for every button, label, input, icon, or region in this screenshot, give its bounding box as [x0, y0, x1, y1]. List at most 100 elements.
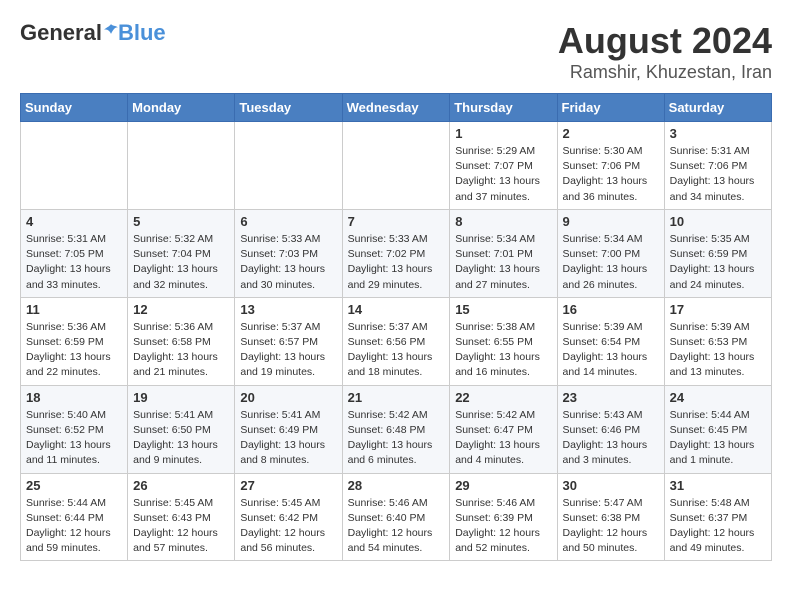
calendar-cell: 10 Sunrise: 5:35 AM Sunset: 6:59 PM Dayli… — [664, 209, 771, 297]
day-number: 3 — [670, 126, 766, 141]
day-info: Sunrise: 5:45 AM Sunset: 6:43 PM Dayligh… — [133, 496, 229, 557]
day-info: Sunrise: 5:33 AM Sunset: 7:03 PM Dayligh… — [240, 232, 336, 293]
day-number: 30 — [563, 478, 659, 493]
calendar-week-row: 25Sunrise: 5:44 AM Sunset: 6:44 PM Dayli… — [21, 473, 772, 561]
day-number: 26 — [133, 478, 229, 493]
month-title: August 2024 — [558, 20, 772, 62]
day-number: 13 — [240, 302, 336, 317]
day-info: Sunrise: 5:34 AM Sunset: 7:01 PM Dayligh… — [455, 232, 551, 293]
day-number: 22 — [455, 390, 551, 405]
day-info: Sunrise: 5:43 AM Sunset: 6:46 PM Dayligh… — [563, 408, 659, 469]
day-number: 4 — [26, 214, 122, 229]
page-header: General Blue August 2024 Ramshir, Khuzes… — [20, 20, 772, 83]
day-number: 9 — [563, 214, 659, 229]
calendar-week-row: 4 Sunrise: 5:31 AM Sunset: 7:05 PM Daylig… — [21, 209, 772, 297]
calendar-cell: 6 Sunrise: 5:33 AM Sunset: 7:03 PM Daylig… — [235, 209, 342, 297]
day-number: 24 — [670, 390, 766, 405]
day-number: 18 — [26, 390, 122, 405]
day-info: Sunrise: 5:47 AM Sunset: 6:38 PM Dayligh… — [563, 496, 659, 557]
day-number: 20 — [240, 390, 336, 405]
calendar-cell: 20 Sunrise: 5:41 AM Sunset: 6:49 PM Dayli… — [235, 385, 342, 473]
calendar-cell: 5 Sunrise: 5:32 AM Sunset: 7:04 PM Daylig… — [128, 209, 235, 297]
day-info: Sunrise: 5:46 AM Sunset: 6:40 PM Dayligh… — [348, 496, 445, 557]
weekday-header-saturday: Saturday — [664, 94, 771, 122]
logo-general-text: General — [20, 20, 102, 46]
day-number: 15 — [455, 302, 551, 317]
calendar-cell — [21, 122, 128, 210]
day-number: 8 — [455, 214, 551, 229]
calendar-cell: 15Sunrise: 5:38 AM Sunset: 6:55 PM Dayli… — [450, 297, 557, 385]
weekday-header-friday: Friday — [557, 94, 664, 122]
calendar-cell: 31 Sunrise: 5:48 AM Sunset: 6:37 PM Dayli… — [664, 473, 771, 561]
day-number: 5 — [133, 214, 229, 229]
calendar-cell: 14 Sunrise: 5:37 AM Sunset: 6:56 PM Dayli… — [342, 297, 450, 385]
calendar-cell: 23 Sunrise: 5:43 AM Sunset: 6:46 PM Dayli… — [557, 385, 664, 473]
day-number: 23 — [563, 390, 659, 405]
day-number: 2 — [563, 126, 659, 141]
calendar-cell: 12Sunrise: 5:36 AM Sunset: 6:58 PM Dayli… — [128, 297, 235, 385]
day-number: 16 — [563, 302, 659, 317]
day-number: 31 — [670, 478, 766, 493]
calendar-cell: 21Sunrise: 5:42 AM Sunset: 6:48 PM Dayli… — [342, 385, 450, 473]
day-number: 19 — [133, 390, 229, 405]
day-number: 28 — [348, 478, 445, 493]
day-info: Sunrise: 5:35 AM Sunset: 6:59 PM Dayligh… — [670, 232, 766, 293]
calendar-cell: 25Sunrise: 5:44 AM Sunset: 6:44 PM Dayli… — [21, 473, 128, 561]
day-number: 25 — [26, 478, 122, 493]
calendar-cell: 27 Sunrise: 5:45 AM Sunset: 6:42 PM Dayli… — [235, 473, 342, 561]
calendar-week-row: 11 Sunrise: 5:36 AM Sunset: 6:59 PM Dayli… — [21, 297, 772, 385]
day-info: Sunrise: 5:36 AM Sunset: 6:58 PM Dayligh… — [133, 320, 229, 381]
day-info: Sunrise: 5:30 AM Sunset: 7:06 PM Dayligh… — [563, 144, 659, 205]
calendar-cell: 29 Sunrise: 5:46 AM Sunset: 6:39 PM Dayli… — [450, 473, 557, 561]
weekday-header-sunday: Sunday — [21, 94, 128, 122]
calendar-cell — [128, 122, 235, 210]
day-number: 6 — [240, 214, 336, 229]
day-number: 1 — [455, 126, 551, 141]
day-info: Sunrise: 5:31 AM Sunset: 7:05 PM Dayligh… — [26, 232, 122, 293]
calendar-cell — [235, 122, 342, 210]
calendar-cell: 3Sunrise: 5:31 AM Sunset: 7:06 PM Daylig… — [664, 122, 771, 210]
calendar-cell: 4 Sunrise: 5:31 AM Sunset: 7:05 PM Daylig… — [21, 209, 128, 297]
calendar-cell — [342, 122, 450, 210]
day-info: Sunrise: 5:33 AM Sunset: 7:02 PM Dayligh… — [348, 232, 445, 293]
day-info: Sunrise: 5:39 AM Sunset: 6:54 PM Dayligh… — [563, 320, 659, 381]
day-info: Sunrise: 5:36 AM Sunset: 6:59 PM Dayligh… — [26, 320, 122, 381]
calendar-table: SundayMondayTuesdayWednesdayThursdayFrid… — [20, 93, 772, 561]
calendar-cell: 19 Sunrise: 5:41 AM Sunset: 6:50 PM Dayli… — [128, 385, 235, 473]
day-number: 21 — [348, 390, 445, 405]
weekday-header-wednesday: Wednesday — [342, 94, 450, 122]
day-number: 10 — [670, 214, 766, 229]
day-info: Sunrise: 5:40 AM Sunset: 6:52 PM Dayligh… — [26, 408, 122, 469]
calendar-cell: 7 Sunrise: 5:33 AM Sunset: 7:02 PM Daylig… — [342, 209, 450, 297]
day-number: 11 — [26, 302, 122, 317]
day-info: Sunrise: 5:37 AM Sunset: 6:57 PM Dayligh… — [240, 320, 336, 381]
weekday-header-monday: Monday — [128, 94, 235, 122]
day-info: Sunrise: 5:45 AM Sunset: 6:42 PM Dayligh… — [240, 496, 336, 557]
calendar-cell: 16 Sunrise: 5:39 AM Sunset: 6:54 PM Dayli… — [557, 297, 664, 385]
day-number: 27 — [240, 478, 336, 493]
day-number: 29 — [455, 478, 551, 493]
day-info: Sunrise: 5:44 AM Sunset: 6:45 PM Dayligh… — [670, 408, 766, 469]
day-info: Sunrise: 5:37 AM Sunset: 6:56 PM Dayligh… — [348, 320, 445, 381]
weekday-header-tuesday: Tuesday — [235, 94, 342, 122]
day-info: Sunrise: 5:34 AM Sunset: 7:00 PM Dayligh… — [563, 232, 659, 293]
calendar-cell: 26 Sunrise: 5:45 AM Sunset: 6:43 PM Dayli… — [128, 473, 235, 561]
day-info: Sunrise: 5:48 AM Sunset: 6:37 PM Dayligh… — [670, 496, 766, 557]
day-info: Sunrise: 5:32 AM Sunset: 7:04 PM Dayligh… — [133, 232, 229, 293]
day-number: 14 — [348, 302, 445, 317]
calendar-cell: 17 Sunrise: 5:39 AM Sunset: 6:53 PM Dayli… — [664, 297, 771, 385]
day-info: Sunrise: 5:46 AM Sunset: 6:39 PM Dayligh… — [455, 496, 551, 557]
logo: General Blue — [20, 20, 166, 46]
day-info: Sunrise: 5:41 AM Sunset: 6:50 PM Dayligh… — [133, 408, 229, 469]
logo-bird-icon — [104, 22, 118, 36]
day-number: 17 — [670, 302, 766, 317]
calendar-cell: 28 Sunrise: 5:46 AM Sunset: 6:40 PM Dayli… — [342, 473, 450, 561]
calendar-cell: 30 Sunrise: 5:47 AM Sunset: 6:38 PM Dayli… — [557, 473, 664, 561]
day-number: 7 — [348, 214, 445, 229]
calendar-cell: 24 Sunrise: 5:44 AM Sunset: 6:45 PM Dayli… — [664, 385, 771, 473]
day-info: Sunrise: 5:41 AM Sunset: 6:49 PM Dayligh… — [240, 408, 336, 469]
title-section: August 2024 Ramshir, Khuzestan, Iran — [558, 20, 772, 83]
day-info: Sunrise: 5:39 AM Sunset: 6:53 PM Dayligh… — [670, 320, 766, 381]
calendar-cell: 2 Sunrise: 5:30 AM Sunset: 7:06 PM Daylig… — [557, 122, 664, 210]
logo-blue-text: Blue — [118, 20, 166, 46]
